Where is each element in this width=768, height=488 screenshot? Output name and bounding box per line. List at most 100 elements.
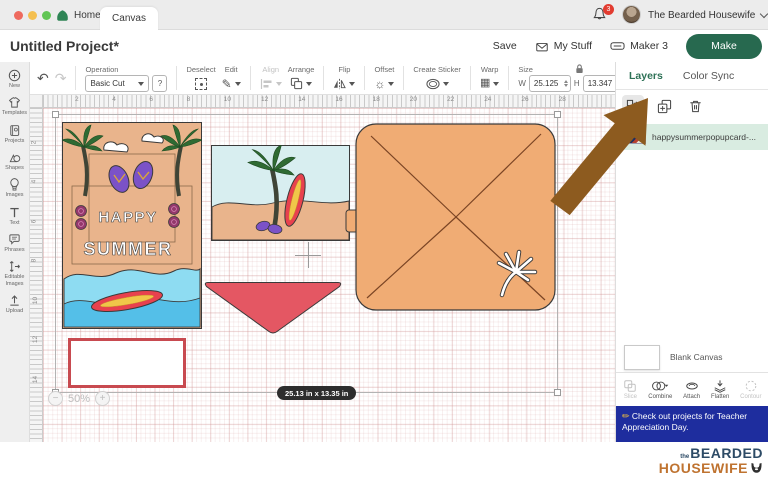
selection-handle-br[interactable] xyxy=(554,389,561,396)
edit-label: Edit xyxy=(225,65,238,74)
sidebar-item-text[interactable]: Text xyxy=(0,204,30,228)
watermark-logo: the BEARDED HOUSEWIFE xyxy=(659,446,763,475)
action-label: Attach xyxy=(683,394,700,400)
avatar[interactable] xyxy=(622,5,641,24)
sidebar-item-new[interactable]: New xyxy=(0,67,30,91)
offset-label: Offset xyxy=(374,65,394,74)
arrange-label: Arrange xyxy=(288,65,315,74)
redo-button[interactable]: ↷ xyxy=(52,71,70,85)
arrange-button[interactable]: Arrange xyxy=(285,65,318,91)
promo-banner[interactable]: ✏ Check out projects for Teacher Appreci… xyxy=(616,406,768,442)
home-tab-label: Home xyxy=(74,10,101,21)
zoom-control: − 50% + xyxy=(48,391,110,406)
my-stuff-icon xyxy=(535,40,549,53)
flip-button[interactable]: Flip xyxy=(330,65,358,91)
zoom-in-button[interactable]: + xyxy=(95,391,110,406)
sidebar-label: Projects xyxy=(5,138,25,144)
size-label: Size xyxy=(518,65,533,74)
combine-button[interactable]: Combine xyxy=(648,379,672,400)
sidebar-item-images[interactable]: Images xyxy=(0,176,30,200)
sidebar-item-editable-images[interactable]: Editable Images xyxy=(0,258,30,289)
warp-icon: ▦ xyxy=(480,78,490,89)
caret-down-icon xyxy=(388,82,394,86)
warp-button[interactable]: Warp ▦ xyxy=(477,65,502,91)
sidebar-item-shapes[interactable]: Shapes xyxy=(0,149,30,173)
caret-down-icon xyxy=(276,82,282,86)
tab-canvas[interactable]: Canvas xyxy=(100,7,158,30)
machine-label: Maker 3 xyxy=(630,40,668,52)
arrange-icon xyxy=(290,77,303,90)
blank-canvas-label: Blank Canvas xyxy=(670,352,722,362)
selection-handle-tl[interactable] xyxy=(52,111,59,118)
create-sticker-button[interactable]: Create Sticker xyxy=(410,65,464,91)
edit-icon: ✎ xyxy=(222,78,232,90)
deselect-label: Deselect xyxy=(186,65,215,74)
save-button[interactable]: Save xyxy=(493,40,517,52)
operation-value: Basic Cut xyxy=(90,79,124,88)
machine-icon xyxy=(610,40,625,52)
undo-icon: ↶ xyxy=(37,71,49,85)
design-insert-rectangle[interactable] xyxy=(68,338,186,388)
notifications-button[interactable]: 3 xyxy=(592,6,616,26)
design-red-triangle[interactable] xyxy=(203,281,343,335)
blank-canvas-row[interactable]: Blank Canvas xyxy=(616,342,768,372)
lock-icon[interactable] xyxy=(575,64,584,74)
balloon-icon xyxy=(8,178,21,191)
design-envelope[interactable] xyxy=(345,122,558,312)
design-beach-scene[interactable] xyxy=(211,145,350,241)
layer-actions: Slice Combine Attach Flatten Contour xyxy=(616,372,768,406)
size-tooltip: 25.13 in x 13.35 in xyxy=(277,386,356,400)
design-summer-card[interactable]: HAPPY SUMMER xyxy=(62,122,202,329)
shapes-icon xyxy=(8,151,21,164)
canvas-area[interactable]: 246810121416182022242628 02468101214 xyxy=(30,95,615,442)
notification-badge: 3 xyxy=(603,4,614,15)
width-label: W xyxy=(518,79,526,88)
sidebar-item-templates[interactable]: Templates xyxy=(0,94,30,118)
ruler-top: 246810121416182022242628 xyxy=(30,95,615,108)
contour-button: Contour xyxy=(740,379,761,400)
sidebar-item-upload[interactable]: Upload xyxy=(0,292,30,316)
close-window-button[interactable] xyxy=(14,11,23,20)
project-book-icon xyxy=(8,124,21,137)
crosshair-icon xyxy=(308,242,309,268)
my-stuff-button[interactable]: My Stuff xyxy=(535,40,592,53)
undo-button[interactable]: ↶ xyxy=(34,71,52,85)
deselect-button[interactable]: Deselect xyxy=(183,65,218,91)
operation-select[interactable]: Basic Cut xyxy=(85,75,149,92)
align-label: Align xyxy=(262,65,279,74)
caret-down-icon xyxy=(138,82,144,86)
tab-home[interactable]: Home xyxy=(56,0,101,30)
create-sticker-label: Create Sticker xyxy=(413,65,461,74)
left-sidebar: New Templates Projects Shapes Images Tex… xyxy=(0,62,30,442)
blank-canvas-swatch[interactable] xyxy=(624,345,660,370)
maximize-window-button[interactable] xyxy=(42,11,51,20)
caret-down-icon xyxy=(235,82,241,86)
offset-button[interactable]: Offset ☼ xyxy=(371,65,397,91)
upload-icon xyxy=(8,294,21,307)
logo-word2: HOUSEWIFE xyxy=(659,461,748,475)
tab-layers[interactable]: Layers xyxy=(629,70,663,82)
make-button[interactable]: Make xyxy=(686,34,762,59)
speech-bubble-icon xyxy=(8,233,21,246)
edit-button[interactable]: Edit ✎ xyxy=(219,65,244,91)
caret-down-icon xyxy=(443,82,449,86)
help-button[interactable]: ? xyxy=(152,75,167,92)
header: Untitled Project* Save My Stuff Maker 3 … xyxy=(0,30,768,62)
machine-select[interactable]: Maker 3 xyxy=(610,40,668,52)
zoom-out-button[interactable]: − xyxy=(48,391,63,406)
sidebar-label: Images xyxy=(5,192,23,198)
flatten-button[interactable]: Flatten xyxy=(711,379,729,400)
delete-button[interactable] xyxy=(684,95,706,117)
sidebar-item-phrases[interactable]: Phrases xyxy=(0,231,30,255)
chevron-down-icon xyxy=(760,9,768,17)
sidebar-item-projects[interactable]: Projects xyxy=(0,122,30,146)
minimize-window-button[interactable] xyxy=(28,11,37,20)
user-menu[interactable]: The Bearded Housewife xyxy=(648,0,767,30)
slice-button: Slice xyxy=(623,379,637,400)
tab-color-sync[interactable]: Color Sync xyxy=(683,70,734,82)
logo-word1: BEARDED xyxy=(690,446,763,460)
page: Home Canvas 3 The Bearded Housewife Unti… xyxy=(0,0,768,488)
titlebar: Home Canvas 3 The Bearded Housewife xyxy=(0,0,768,30)
attach-button[interactable]: Attach xyxy=(683,379,700,400)
toolbar: ↶ ↷ Operation Basic Cut ? Deselect Edit … xyxy=(30,62,615,95)
